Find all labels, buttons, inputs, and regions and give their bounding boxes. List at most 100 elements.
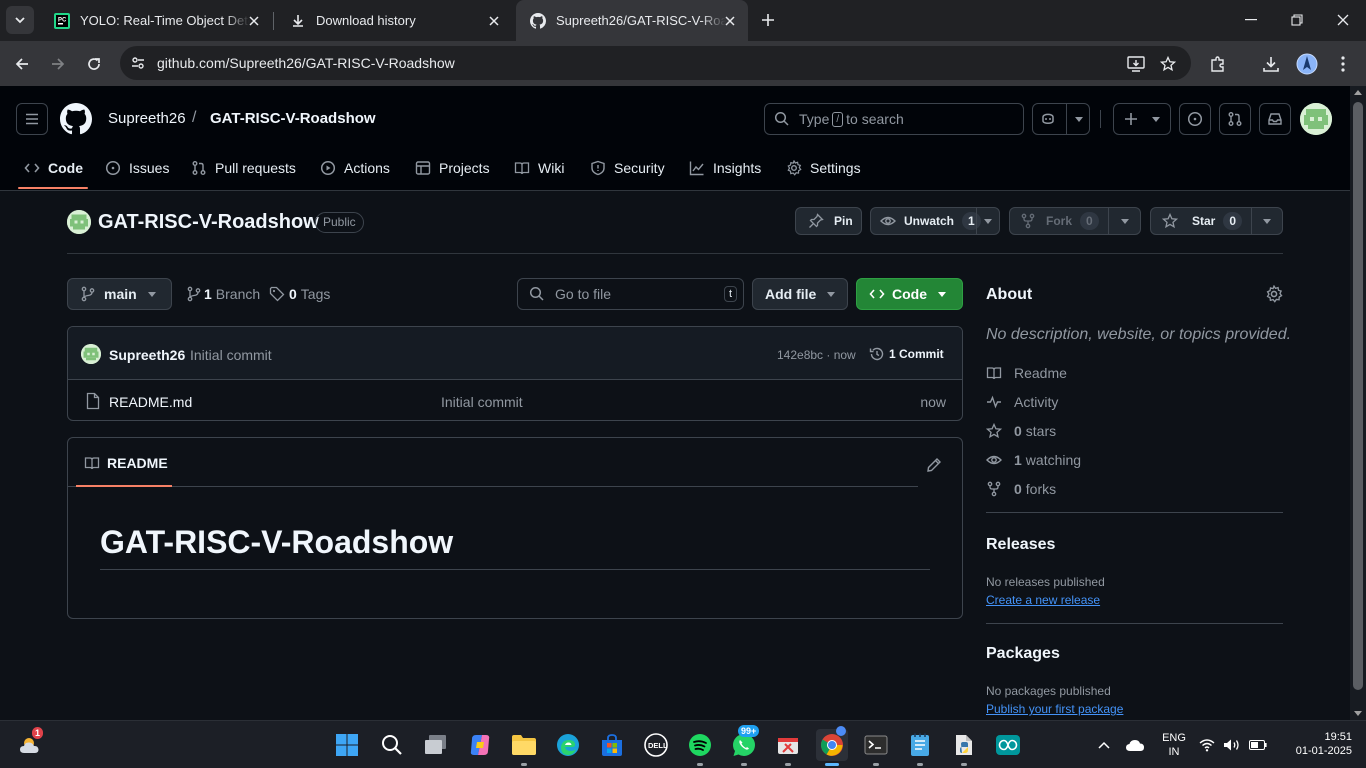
pull-requests-button[interactable] bbox=[1219, 103, 1251, 135]
commit-sha-time[interactable]: 142e8bc · now bbox=[777, 348, 856, 362]
close-icon[interactable] bbox=[722, 13, 738, 29]
site-info-icon[interactable] bbox=[128, 53, 148, 73]
branches-link[interactable]: 1 Branch bbox=[186, 286, 260, 302]
watching-link[interactable]: 1 watching bbox=[986, 452, 1081, 468]
task-view-button[interactable] bbox=[420, 729, 452, 761]
copilot-app[interactable] bbox=[464, 729, 496, 761]
commit-author-avatar[interactable] bbox=[81, 344, 101, 364]
address-bar[interactable]: github.com/Supreeth26/GAT-RISC-V-Roadsho… bbox=[120, 46, 1191, 80]
browser-tab-yolo[interactable]: PC YOLO: Real-Time Object Detection bbox=[40, 0, 272, 41]
tab-projects[interactable]: Projects bbox=[415, 146, 490, 190]
input-language-indicator[interactable]: ENG IN bbox=[1156, 731, 1192, 759]
forward-button[interactable] bbox=[45, 51, 71, 77]
commit-message[interactable]: Initial commit bbox=[190, 347, 272, 363]
tab-issues[interactable]: Issues bbox=[105, 146, 169, 190]
tab-pull-requests[interactable]: Pull requests bbox=[191, 146, 296, 190]
extensions-button[interactable] bbox=[1205, 51, 1231, 77]
install-app-icon[interactable] bbox=[1126, 54, 1146, 74]
whatsapp-app[interactable]: 99+ bbox=[728, 725, 760, 766]
new-tab-button[interactable] bbox=[756, 8, 780, 32]
back-button[interactable] bbox=[9, 51, 35, 77]
edit-readme-button[interactable] bbox=[922, 453, 946, 477]
scroll-up-arrow-icon[interactable] bbox=[1354, 90, 1362, 95]
arduino-app[interactable] bbox=[992, 729, 1024, 761]
dell-app[interactable]: DELL bbox=[640, 729, 672, 761]
file-name[interactable]: README.md bbox=[109, 394, 192, 410]
github-logo-icon[interactable] bbox=[60, 103, 92, 135]
profile-button[interactable] bbox=[1294, 51, 1320, 77]
downloads-button[interactable] bbox=[1258, 51, 1284, 77]
play-icon bbox=[320, 160, 336, 176]
reload-button[interactable] bbox=[81, 51, 107, 77]
tab-settings[interactable]: Settings bbox=[786, 146, 861, 190]
show-hidden-icons-button[interactable] bbox=[1092, 729, 1116, 761]
spotify-app[interactable] bbox=[684, 729, 716, 766]
code-clone-button[interactable]: Code bbox=[856, 278, 963, 310]
page-scrollbar[interactable] bbox=[1350, 86, 1366, 720]
forks-link[interactable]: 0 forks bbox=[986, 481, 1056, 497]
tab-security[interactable]: Security bbox=[590, 146, 665, 190]
packages-heading[interactable]: Packages bbox=[986, 645, 1060, 663]
python-app[interactable] bbox=[948, 729, 980, 766]
commit-history-link[interactable]: 1 Commit bbox=[869, 346, 944, 362]
restore-button[interactable] bbox=[1284, 8, 1310, 32]
terminal-app[interactable] bbox=[860, 729, 892, 766]
microsoft-store-app[interactable] bbox=[596, 729, 628, 761]
releases-heading[interactable]: Releases bbox=[986, 536, 1055, 554]
start-button[interactable] bbox=[331, 729, 363, 761]
file-row[interactable]: README.md Initial commit now bbox=[68, 381, 962, 420]
notepad-app[interactable] bbox=[904, 729, 936, 766]
readme-link[interactable]: Readme bbox=[986, 365, 1067, 381]
onedrive-button[interactable] bbox=[1122, 729, 1148, 761]
weather-widget[interactable]: 1 bbox=[16, 727, 48, 761]
pin-button[interactable]: Pin bbox=[795, 207, 862, 235]
tab-wiki[interactable]: Wiki bbox=[514, 146, 564, 190]
minimize-button[interactable] bbox=[1238, 8, 1264, 32]
publish-package-link[interactable]: Publish your first package bbox=[986, 702, 1123, 716]
edge-app[interactable] bbox=[552, 729, 584, 761]
go-to-file-input[interactable]: Go to file t bbox=[517, 278, 744, 310]
tab-insights[interactable]: Insights bbox=[689, 146, 761, 190]
add-file-button[interactable]: Add file bbox=[752, 278, 848, 310]
branch-selector[interactable]: main bbox=[67, 278, 172, 310]
quick-settings-button[interactable] bbox=[1198, 729, 1268, 761]
create-new-button[interactable] bbox=[1113, 103, 1171, 135]
tab-search-button[interactable] bbox=[6, 6, 34, 34]
taskbar-search-button[interactable] bbox=[376, 729, 408, 761]
stars-link[interactable]: 0 stars bbox=[986, 423, 1056, 439]
browser-menu-button[interactable] bbox=[1330, 51, 1356, 77]
star-button[interactable]: Star 0 bbox=[1150, 207, 1283, 235]
clock[interactable]: 19:51 01-01-2025 bbox=[1280, 730, 1352, 758]
issues-button[interactable] bbox=[1179, 103, 1211, 135]
bookmark-star-icon[interactable] bbox=[1158, 54, 1178, 74]
close-icon[interactable] bbox=[246, 13, 262, 29]
fork-button[interactable]: Fork 0 bbox=[1009, 207, 1141, 235]
close-window-button[interactable] bbox=[1330, 8, 1356, 32]
file-commit-message[interactable]: Initial commit bbox=[441, 394, 523, 410]
snipping-tool-app[interactable] bbox=[772, 729, 804, 766]
unwatch-button[interactable]: Unwatch 1 bbox=[870, 207, 1000, 235]
close-icon[interactable] bbox=[486, 13, 502, 29]
user-avatar[interactable] bbox=[1300, 103, 1332, 135]
file-explorer-app[interactable] bbox=[508, 729, 540, 766]
activity-link[interactable]: Activity bbox=[986, 394, 1058, 410]
tags-link[interactable]: 0 Tags bbox=[269, 286, 330, 302]
about-settings-gear-icon[interactable] bbox=[1265, 285, 1283, 303]
browser-tab-github[interactable]: Supreeth26/GAT-RISC-V-Roadshow bbox=[516, 0, 748, 41]
tab-actions[interactable]: Actions bbox=[320, 146, 390, 190]
inbox-button[interactable] bbox=[1259, 103, 1291, 135]
global-search-input[interactable]: Type / to search bbox=[764, 103, 1024, 135]
copilot-button[interactable] bbox=[1032, 103, 1090, 135]
commit-author[interactable]: Supreeth26 bbox=[109, 347, 185, 363]
tab-code[interactable]: Code bbox=[24, 146, 83, 190]
global-menu-button[interactable] bbox=[16, 103, 48, 135]
scrollbar-thumb[interactable] bbox=[1353, 102, 1363, 690]
create-release-link[interactable]: Create a new release bbox=[986, 593, 1100, 607]
scroll-down-arrow-icon[interactable] bbox=[1354, 711, 1362, 716]
breadcrumb-repo[interactable]: GAT-RISC-V-Roadshow bbox=[210, 110, 376, 127]
repo-title[interactable]: GAT-RISC-V-Roadshow bbox=[98, 211, 319, 234]
browser-tab-downloads[interactable]: Download history bbox=[276, 0, 512, 41]
chrome-app[interactable] bbox=[816, 726, 848, 766]
readme-tab[interactable]: README bbox=[84, 455, 168, 471]
breadcrumb-owner[interactable]: Supreeth26 bbox=[108, 110, 186, 127]
